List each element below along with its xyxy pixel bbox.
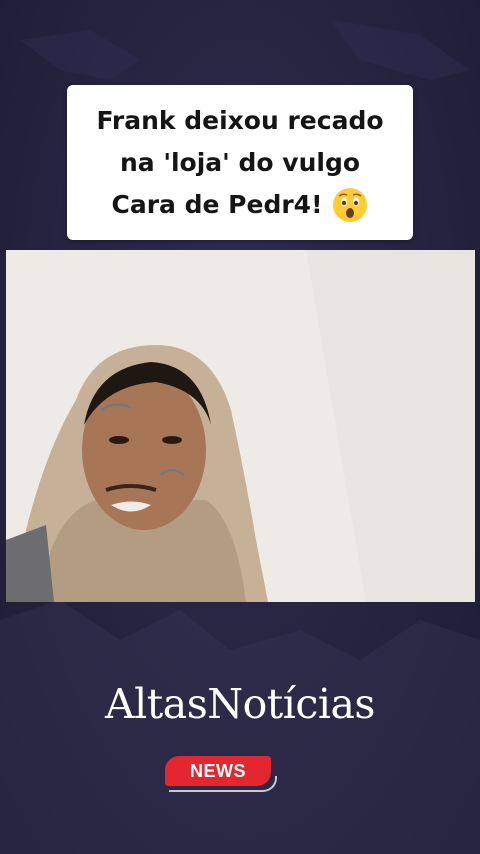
person-in-hoodie-image: [6, 250, 475, 602]
headline-line-1: Frank deixou recado: [96, 105, 384, 135]
news-badge: NEWS: [165, 756, 271, 786]
headline-line-3-text: Cara de Pedr4!: [111, 189, 323, 219]
headline-line-2: na 'loja' do vulgo: [119, 147, 361, 177]
headline-card: Frank deixou recado na 'loja' do vulgo C…: [67, 85, 413, 240]
video-frame[interactable]: [6, 250, 475, 602]
astonished-face-icon: [332, 187, 368, 223]
brand-name: AltasNotícias: [105, 680, 375, 728]
headline-line-3: Cara de Pedr4!: [112, 184, 369, 226]
